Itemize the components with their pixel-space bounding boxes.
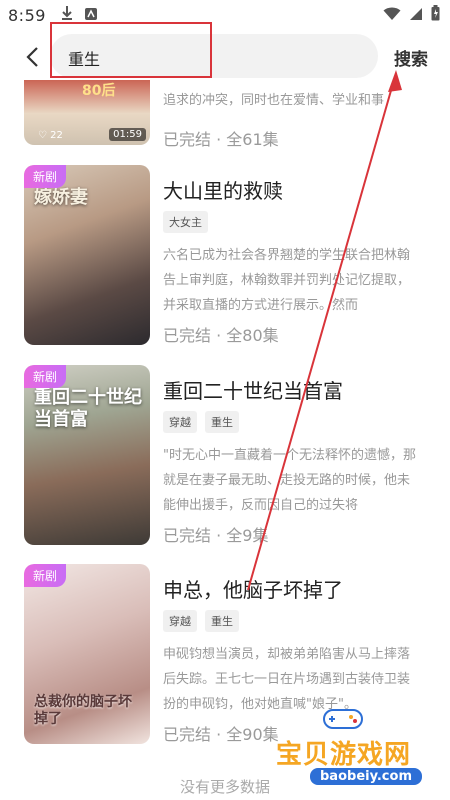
watermark-url: baobeiy.com <box>310 768 422 785</box>
cover-duration: 01:59 <box>109 128 146 141</box>
cover-likes: ♡ 22 <box>38 130 63 141</box>
signal-icon <box>409 6 423 25</box>
battery-icon <box>431 5 440 25</box>
drama-tags: 穿越 重生 <box>163 411 239 433</box>
drama-description: "时无心中一直藏着一个无法释怀的遗憾，那就是在妻子最无助、走投无路的时候，他未能… <box>163 448 416 513</box>
drama-tags: 大女主 <box>163 211 208 233</box>
cover-caption: 重回二十世纪当首富 <box>34 387 142 430</box>
results-list[interactable]: 80后 ♡ 22 01:59 追求的冲突，同时也在爱情、学业和事 已完结 · 全… <box>0 80 450 800</box>
cover-caption: 嫁娇妻 <box>34 187 88 208</box>
watermark-logo: 宝贝游戏网 baobeiy.com <box>268 700 438 796</box>
chevron-left-icon <box>26 47 38 67</box>
status-time: 8:59 <box>8 5 46 25</box>
cover-caption: 总裁你的脑子坏掉了 <box>34 694 132 727</box>
drama-title[interactable]: 大山里的救赎 <box>163 175 283 204</box>
tag: 重生 <box>205 411 239 433</box>
drama-description: 六名已成为社会各界翘楚的学生联合把林翰告上审判庭，林翰数罪并罚判处记忆提取，并采… <box>163 248 411 313</box>
drama-title[interactable]: 重回二十世纪当首富 <box>163 375 343 404</box>
tag: 大女主 <box>163 211 208 233</box>
tag: 穿越 <box>163 411 197 433</box>
wifi-icon <box>383 6 401 25</box>
search-button[interactable]: 搜索 <box>394 45 428 70</box>
drama-cover[interactable]: 重回二十世纪当首富 新剧 <box>24 365 150 545</box>
drama-cover: 80后 ♡ 22 01:59 <box>24 80 150 145</box>
cover-caption: 80后 <box>82 83 116 99</box>
drama-meta: 已完结 · 全61集 <box>163 130 279 149</box>
drama-meta: 已完结 · 全9集 <box>163 526 269 545</box>
search-header: 重生 搜索 <box>0 22 450 80</box>
drama-cover[interactable]: 嫁娇妻 新剧 <box>24 165 150 345</box>
drama-cover[interactable]: 总裁你的脑子坏掉了 新剧 <box>24 564 150 744</box>
tag: 重生 <box>205 610 239 632</box>
drama-meta: 已完结 · 全80集 <box>163 326 279 345</box>
drama-tags: 穿越 重生 <box>163 610 239 632</box>
new-badge: 新剧 <box>24 165 67 188</box>
tag: 穿越 <box>163 610 197 632</box>
watermark-text: 宝贝游戏网 <box>276 740 412 770</box>
search-highlight-box <box>50 22 212 78</box>
gamepad-icon <box>323 709 363 729</box>
drama-title[interactable]: 申总，他脑子坏掉了 <box>163 574 343 603</box>
drama-meta: 已完结 · 全90集 <box>163 725 279 744</box>
drama-description: 追求的冲突，同时也在爱情、学业和事 <box>163 93 385 108</box>
new-badge: 新剧 <box>24 564 67 587</box>
back-button[interactable] <box>12 37 52 77</box>
new-badge: 新剧 <box>24 365 67 388</box>
